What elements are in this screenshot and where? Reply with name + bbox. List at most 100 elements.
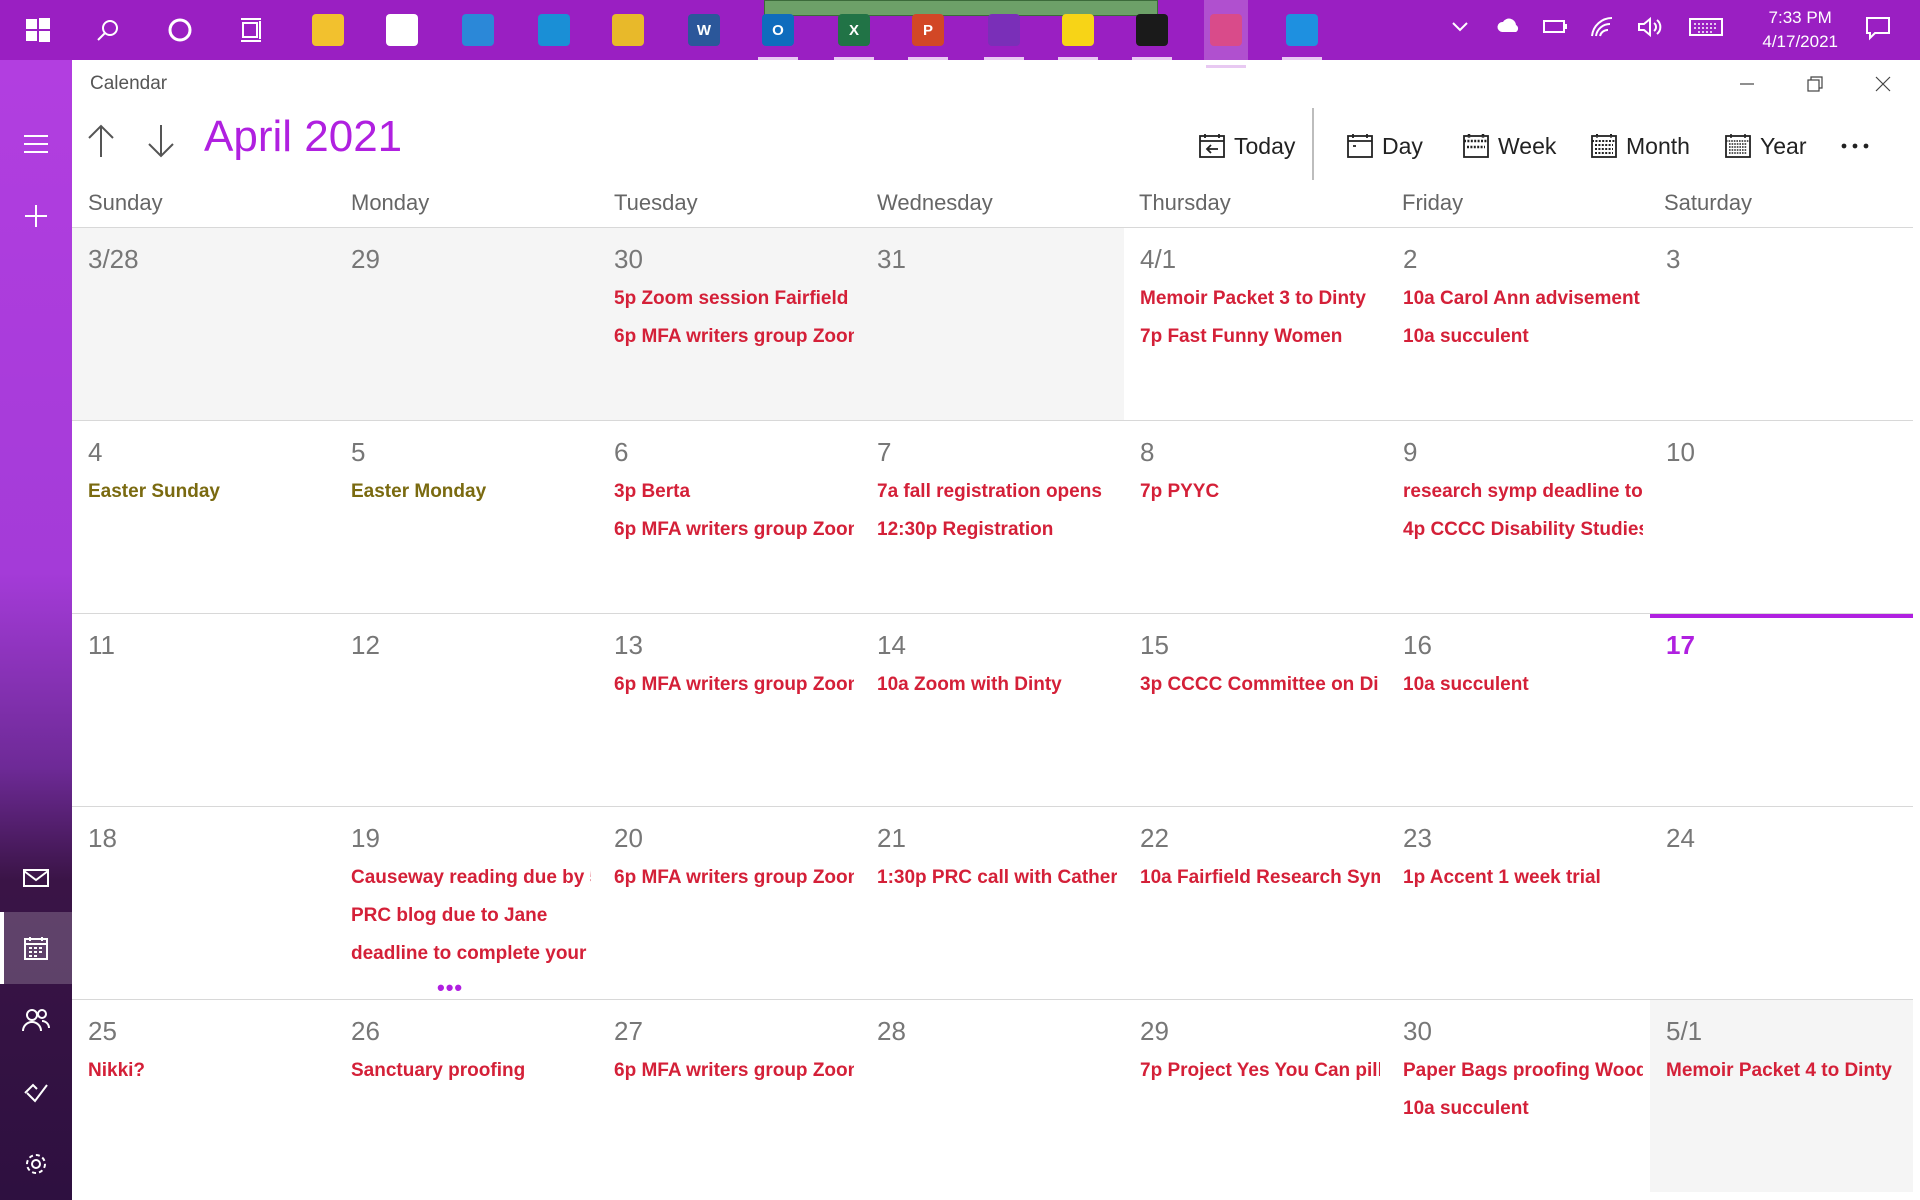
more-events-indicator[interactable]: ••• xyxy=(437,977,463,999)
day-cell[interactable]: 3 xyxy=(1650,227,1913,420)
event-item[interactable]: Causeway reading due by 5 xyxy=(351,867,591,889)
chrome-icon[interactable] xyxy=(606,8,650,52)
next-month-button[interactable] xyxy=(140,118,182,164)
event-item[interactable]: 10a Fairfield Research Sym xyxy=(1140,867,1380,889)
week-view-button[interactable]: Week xyxy=(1462,124,1556,168)
volume-icon[interactable] xyxy=(1636,16,1662,43)
day-cell[interactable]: 10 xyxy=(1650,420,1913,613)
word-icon[interactable]: W xyxy=(682,8,726,52)
task-view-icon[interactable] xyxy=(230,8,274,52)
day-cell[interactable]: 5 Easter Monday xyxy=(335,420,598,613)
event-item[interactable]: 3p Berta xyxy=(614,481,854,503)
edge-icon[interactable] xyxy=(532,8,576,52)
day-cell[interactable]: 23 1p Accent 1 week trial xyxy=(1387,806,1650,999)
calendar-app-icon[interactable] xyxy=(1280,8,1324,60)
day-cell[interactable]: 5/1 Memoir Packet 4 to Dinty xyxy=(1650,999,1913,1192)
event-item[interactable]: Memoir Packet 4 to Dinty xyxy=(1666,1060,1906,1082)
battery-icon[interactable] xyxy=(1542,16,1568,41)
event-item[interactable]: research symp deadline to xyxy=(1403,481,1643,503)
day-cell[interactable]: 2 10a Carol Ann advisement 10a succulent xyxy=(1387,227,1650,420)
day-cell[interactable]: 11 xyxy=(72,613,335,806)
close-button[interactable] xyxy=(1860,68,1906,100)
store-icon[interactable] xyxy=(380,8,424,52)
event-item[interactable]: 1:30p PRC call with Cather xyxy=(877,867,1117,889)
todo-nav-button[interactable] xyxy=(0,1056,72,1128)
event-item[interactable]: 6p MFA writers group Zoom xyxy=(614,1060,854,1082)
holiday-item[interactable]: Easter Sunday xyxy=(88,481,328,503)
day-view-button[interactable]: Day xyxy=(1346,124,1423,168)
day-cell[interactable]: 8 7p PYYC xyxy=(1124,420,1387,613)
search-icon[interactable] xyxy=(86,8,130,52)
holiday-item[interactable]: Easter Monday xyxy=(351,481,591,503)
day-cell[interactable]: 19 Causeway reading due by 5 PRC blog due … xyxy=(335,806,598,999)
event-item[interactable]: deadline to complete your xyxy=(351,943,591,965)
touch-keyboard-icon[interactable] xyxy=(1688,16,1724,43)
day-cell[interactable]: 9 research symp deadline to 4p CCCC Disab… xyxy=(1387,420,1650,613)
calendar-nav-button[interactable] xyxy=(0,912,72,984)
mail-nav-button[interactable] xyxy=(0,842,72,914)
day-cell[interactable]: 7 7a fall registration opens 12:30p Regist… xyxy=(861,420,1124,613)
event-item[interactable]: 10a succulent xyxy=(1403,326,1643,348)
day-cell[interactable]: 15 3p CCCC Committee on Di xyxy=(1124,613,1387,806)
day-cell[interactable]: 14 10a Zoom with Dinty xyxy=(861,613,1124,806)
day-cell[interactable]: 17 xyxy=(1650,613,1913,806)
more-options-button[interactable] xyxy=(1840,126,1870,158)
day-cell[interactable]: 29 xyxy=(335,227,598,420)
event-item[interactable]: 5p Zoom session Fairfield xyxy=(614,288,854,310)
cortana-icon[interactable] xyxy=(158,8,202,52)
day-cell[interactable]: 13 6p MFA writers group Zoom xyxy=(598,613,861,806)
event-item[interactable]: 7p PYYC xyxy=(1140,481,1380,503)
event-item[interactable]: 3p CCCC Committee on Di xyxy=(1140,674,1380,696)
day-cell[interactable]: 30 5p Zoom session Fairfield 6p MFA writer… xyxy=(598,227,861,420)
event-item[interactable]: PRC blog due to Jane xyxy=(351,905,591,927)
settings-button[interactable] xyxy=(0,1128,72,1200)
month-title[interactable]: April 2021 xyxy=(204,112,402,162)
hamburger-menu-button[interactable] xyxy=(0,108,72,180)
excel-icon[interactable]: X xyxy=(832,8,876,60)
event-item[interactable]: 1p Accent 1 week trial xyxy=(1403,867,1643,889)
onedrive-icon[interactable] xyxy=(1496,16,1522,41)
day-cell[interactable]: 24 xyxy=(1650,806,1913,999)
day-cell[interactable]: 25 Nikki? xyxy=(72,999,335,1192)
file-explorer-icon[interactable] xyxy=(306,8,350,52)
outlook-icon[interactable]: O xyxy=(756,8,800,60)
event-item[interactable]: Sanctuary proofing xyxy=(351,1060,591,1082)
day-cell[interactable]: 27 6p MFA writers group Zoom xyxy=(598,999,861,1192)
day-cell[interactable]: 30 Paper Bags proofing Wood 10a succulent xyxy=(1387,999,1650,1192)
snip-sketch-icon[interactable] xyxy=(1204,0,1248,68)
day-cell[interactable]: 26 Sanctuary proofing xyxy=(335,999,598,1192)
chevron-up-icon[interactable] xyxy=(1450,16,1470,41)
event-item[interactable]: 10a succulent xyxy=(1403,674,1643,696)
day-cell[interactable]: 12 xyxy=(335,613,598,806)
event-item[interactable]: Memoir Packet 3 to Dinty xyxy=(1140,288,1380,310)
dark-app-icon[interactable] xyxy=(1130,8,1174,60)
app-icon-yellow-purple[interactable] xyxy=(982,8,1026,60)
people-nav-button[interactable] xyxy=(0,984,72,1056)
clock[interactable]: 7:33 PM 4/17/2021 xyxy=(1762,6,1838,54)
event-item[interactable]: 7p Fast Funny Women xyxy=(1140,326,1380,348)
day-cell[interactable]: 4 Easter Sunday xyxy=(72,420,335,613)
day-cell[interactable]: 31 xyxy=(861,227,1124,420)
event-item[interactable]: 7p Project Yes You Can pill xyxy=(1140,1060,1380,1082)
event-item[interactable]: 6p MFA writers group Zoom xyxy=(614,867,854,889)
month-view-button[interactable]: Month xyxy=(1590,124,1690,168)
restore-button[interactable] xyxy=(1792,68,1838,100)
event-item[interactable]: 4p CCCC Disability Studies xyxy=(1403,519,1643,541)
day-cell[interactable]: 22 10a Fairfield Research Sym xyxy=(1124,806,1387,999)
year-view-button[interactable]: Year xyxy=(1724,124,1806,168)
day-cell[interactable]: 16 10a succulent xyxy=(1387,613,1650,806)
event-item[interactable]: 6p MFA writers group Zoom xyxy=(614,326,854,348)
day-cell[interactable]: 29 7p Project Yes You Can pill xyxy=(1124,999,1387,1192)
minimize-button[interactable] xyxy=(1724,68,1770,100)
mail-app-icon[interactable] xyxy=(456,8,500,52)
sticky-notes-icon[interactable] xyxy=(1056,8,1100,60)
day-cell[interactable]: 4/1 Memoir Packet 3 to Dinty 7p Fast Funny… xyxy=(1124,227,1387,420)
day-cell[interactable]: 3/28 xyxy=(72,227,335,420)
notification-icon[interactable] xyxy=(1864,14,1892,47)
event-item[interactable]: 10a Zoom with Dinty xyxy=(877,674,1117,696)
day-cell[interactable]: 21 1:30p PRC call with Cather xyxy=(861,806,1124,999)
event-item[interactable]: 10a Carol Ann advisement xyxy=(1403,288,1643,310)
wifi-icon[interactable] xyxy=(1590,16,1614,43)
today-button[interactable]: Today xyxy=(1198,124,1295,168)
day-cell[interactable]: 6 3p Berta 6p MFA writers group Zoom xyxy=(598,420,861,613)
